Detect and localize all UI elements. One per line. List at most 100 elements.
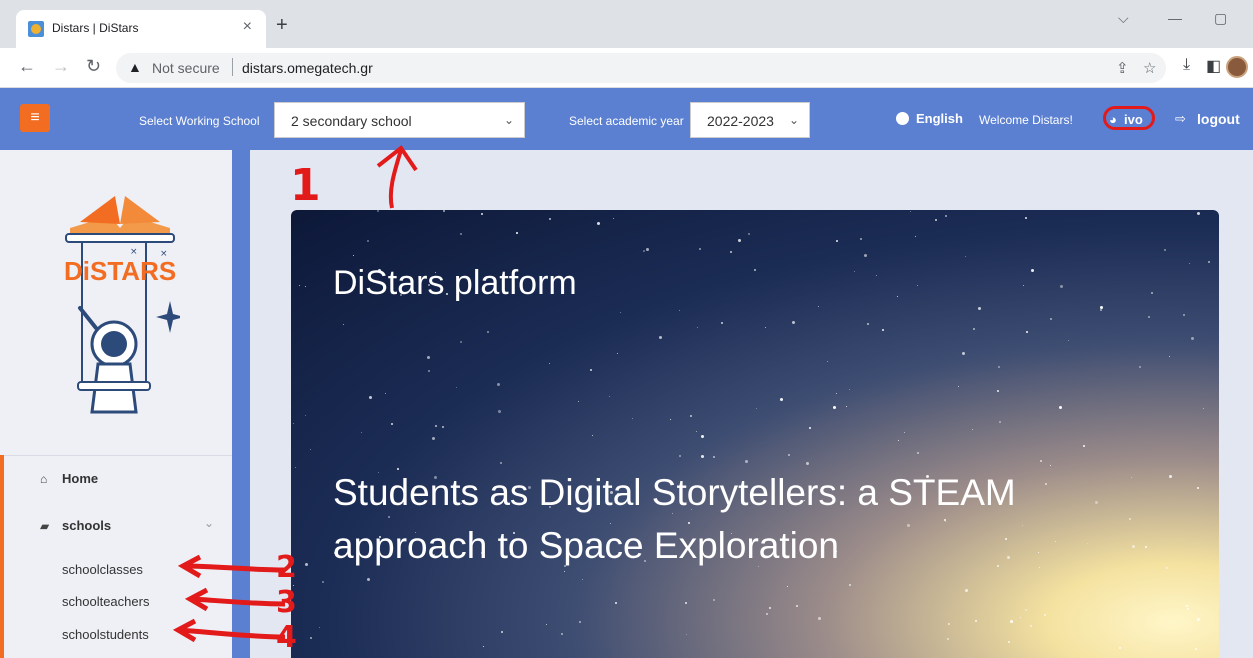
star-dot — [945, 215, 947, 217]
star-dot — [685, 602, 687, 604]
star-dot — [1025, 609, 1027, 611]
star-dot — [1183, 314, 1185, 316]
star-dot — [690, 415, 692, 417]
bookmark-star-icon[interactable]: ☆ — [1143, 59, 1156, 77]
star-dot — [965, 589, 968, 592]
star-dot — [432, 437, 435, 440]
main-left-bar — [232, 150, 250, 658]
warning-icon[interactable]: ▲ — [128, 59, 142, 75]
star-dot — [1197, 487, 1199, 489]
profile-avatar[interactable] — [1226, 56, 1248, 78]
share-icon[interactable]: ⇪ — [1116, 59, 1129, 77]
sidebar-subitem-schoolclasses[interactable]: schoolclasses — [62, 562, 143, 577]
globe-icon[interactable] — [896, 112, 909, 125]
star-dot — [713, 599, 715, 601]
home-icon[interactable]: ⌂ — [40, 472, 47, 486]
star-dot — [876, 275, 877, 276]
working-school-label: Select Working School — [139, 114, 260, 128]
star-dot — [343, 324, 344, 325]
star-dot — [897, 296, 898, 297]
star-dot — [385, 393, 386, 394]
annotation-number-1: 1 — [290, 160, 321, 211]
star-dot — [860, 238, 862, 240]
user-link[interactable]: ivo — [1124, 112, 1143, 127]
star-dot — [1031, 269, 1034, 272]
menu-toggle-button[interactable]: ≡ — [20, 104, 50, 132]
star-dot — [962, 352, 965, 355]
annotation-number-2: 2 — [276, 550, 297, 585]
star-dot — [549, 218, 551, 220]
omnibox[interactable]: ▲ Not secure distars.omegatech.gr ⇪ ☆ — [116, 53, 1166, 83]
star-dot — [935, 219, 937, 221]
browser-tab[interactable]: Distars | DiStars × — [16, 10, 266, 48]
star-dot — [391, 423, 393, 425]
download-icon[interactable]: ⤓ — [1183, 56, 1190, 74]
browser-address-bar: ← → ↻ ▲ Not secure distars.omegatech.gr … — [0, 48, 1253, 88]
star-dot — [973, 328, 975, 330]
star-dot — [1187, 608, 1189, 610]
star-dot — [713, 456, 715, 458]
maximize-icon[interactable]: ▢ — [1214, 10, 1227, 27]
star-dot — [745, 460, 748, 463]
star-dot — [679, 310, 680, 311]
hero-subtitle: Students as Digital Storytellers: a STEA… — [333, 472, 1016, 566]
star-dot — [818, 306, 819, 307]
star-dot — [1151, 292, 1153, 294]
star-dot — [1010, 620, 1013, 623]
star-dot — [643, 250, 645, 252]
star-dot — [854, 271, 855, 272]
annotation-number-3: 3 — [276, 585, 297, 620]
star-dot — [910, 211, 911, 212]
star-dot — [481, 213, 483, 215]
back-icon[interactable]: ← — [18, 56, 36, 77]
forward-icon[interactable]: → — [52, 56, 70, 77]
star-dot — [322, 581, 324, 583]
star-dot — [443, 210, 445, 212]
star-dot — [428, 370, 430, 372]
star-dot — [827, 361, 828, 362]
user-icon[interactable]: ◕ — [1109, 112, 1117, 127]
reload-icon[interactable]: ↻ — [86, 56, 101, 77]
language-link[interactable]: English — [916, 111, 963, 126]
star-dot — [1060, 285, 1063, 288]
sidebar-item-home[interactable]: Home — [62, 471, 98, 486]
chevron-down-icon[interactable]: ⌄ — [204, 516, 214, 530]
academic-year-select[interactable]: 2022-2023 ⌄ — [690, 102, 810, 138]
logout-link[interactable]: logout — [1197, 111, 1240, 127]
url-text[interactable]: distars.omegatech.gr — [242, 60, 373, 76]
star-dot — [898, 440, 899, 441]
sidebar-subitem-schoolstudents[interactable]: schoolstudents — [62, 627, 149, 642]
star-dot — [730, 251, 732, 253]
star-dot — [498, 410, 501, 413]
star-dot — [958, 386, 959, 387]
star-dot — [849, 389, 850, 390]
sidebar-item-schools[interactable]: schools — [62, 518, 111, 533]
star-dot — [1025, 217, 1027, 219]
star-dot — [787, 586, 788, 587]
star-dot — [1197, 212, 1200, 215]
new-tab-button[interactable]: + — [276, 14, 288, 37]
star-dot — [1203, 408, 1204, 409]
star-dot — [978, 307, 981, 310]
sidebar-active-accent — [0, 455, 4, 658]
star-dot — [849, 584, 851, 586]
book-icon[interactable]: ▰ — [40, 519, 49, 533]
site-favicon-icon — [28, 21, 44, 37]
side-panel-icon[interactable]: ◧ — [1206, 56, 1221, 76]
minimize-icon[interactable]: — — [1168, 10, 1182, 26]
star-dot — [1040, 460, 1042, 462]
working-school-select[interactable]: 2 secondary school ⌄ — [274, 102, 525, 138]
star-dot — [427, 356, 430, 359]
star-dot — [721, 322, 723, 324]
sidebar-subitem-schoolteachers[interactable]: schoolteachers — [62, 594, 149, 609]
academic-year-value: 2022-2023 — [707, 113, 774, 129]
star-dot — [1164, 249, 1166, 251]
logout-icon[interactable]: ⇨ — [1175, 111, 1186, 127]
tab-close-icon[interactable]: × — [243, 18, 252, 36]
security-label[interactable]: Not secure — [152, 60, 220, 76]
tab-search-icon[interactable]: ⌵ — [1118, 10, 1129, 27]
distars-logo-icon: × × — [65, 196, 180, 414]
star-dot — [549, 363, 550, 364]
star-dot — [460, 233, 462, 235]
star-dot — [1044, 614, 1046, 616]
